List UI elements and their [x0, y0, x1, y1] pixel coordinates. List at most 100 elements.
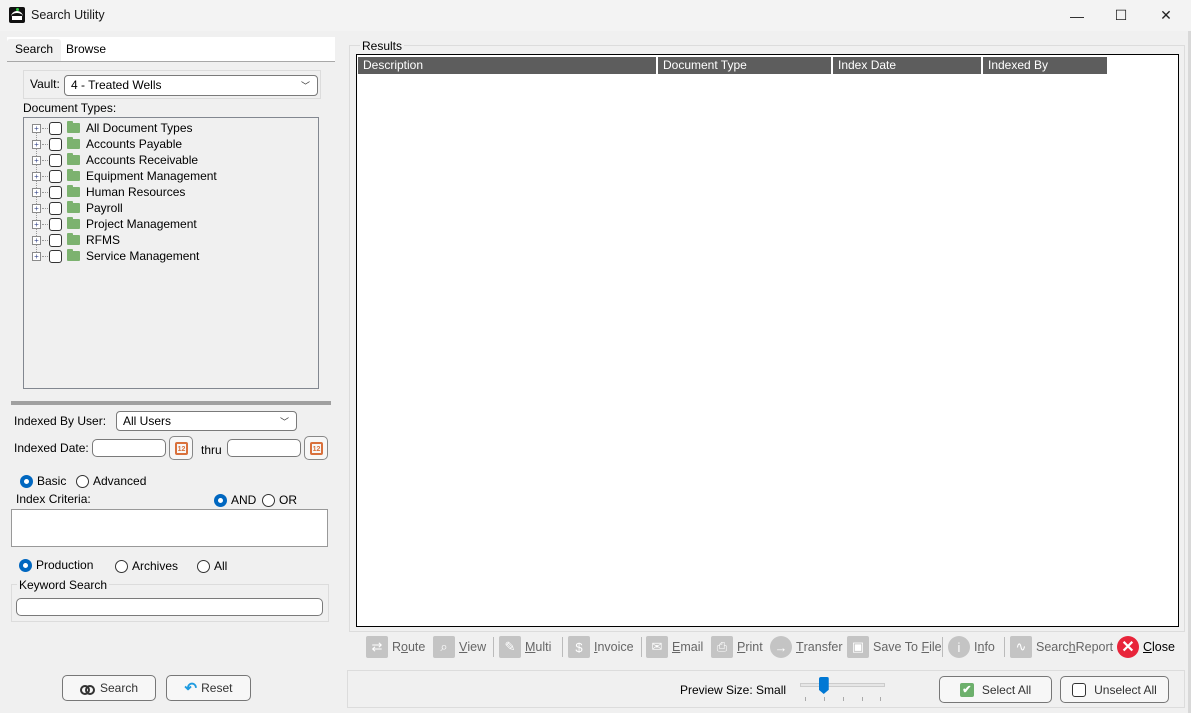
- tree-connector: [42, 191, 48, 193]
- tree-item-checkbox[interactable]: [49, 121, 62, 135]
- date-to-input[interactable]: [227, 439, 301, 457]
- column-header-description[interactable]: Description: [358, 57, 656, 74]
- tree-item[interactable]: + Service Management: [32, 248, 199, 264]
- transfer-button[interactable]: → Transfer: [770, 634, 843, 660]
- app-logo-icon: [9, 7, 25, 23]
- radio-and[interactable]: AND: [214, 493, 256, 507]
- results-list[interactable]: [356, 54, 1179, 627]
- tree-item-checkbox[interactable]: [49, 201, 62, 215]
- minimize-button[interactable]: —: [1054, 0, 1100, 31]
- reset-button[interactable]: ↶ Reset: [166, 675, 251, 701]
- email-button[interactable]: ✉ Email: [646, 634, 703, 660]
- column-header-index-date[interactable]: Index Date: [831, 57, 981, 74]
- unselect-all-button[interactable]: Unselect All: [1060, 676, 1169, 703]
- folder-icon: [67, 201, 80, 213]
- tree-item[interactable]: + Human Resources: [32, 184, 185, 200]
- multi-button[interactable]: ✎ Multi: [499, 634, 551, 660]
- date-to-calendar-button[interactable]: 12: [304, 436, 328, 460]
- expand-plus-icon[interactable]: +: [32, 139, 41, 149]
- route-label-key: o: [401, 640, 408, 654]
- tree-item[interactable]: + Accounts Payable: [32, 136, 182, 152]
- save-to-file-button[interactable]: ▣ Save To File: [847, 634, 942, 660]
- expand-plus-icon[interactable]: +: [32, 123, 41, 133]
- tree-item-checkbox[interactable]: [49, 233, 62, 247]
- expand-plus-icon[interactable]: +: [32, 235, 41, 245]
- maximize-button[interactable]: ☐: [1098, 0, 1144, 31]
- tree-item[interactable]: + Project Management: [32, 216, 197, 232]
- radio-and-label: AND: [231, 493, 257, 507]
- toolbar-separator: [641, 637, 642, 657]
- expand-plus-icon[interactable]: +: [32, 203, 41, 213]
- indexed-by-user-dropdown[interactable]: All Users ﹀: [116, 411, 297, 431]
- slider-tick: [862, 697, 863, 701]
- tree-item[interactable]: + Accounts Receivable: [32, 152, 198, 168]
- keyword-search-input[interactable]: [16, 598, 323, 616]
- toolbar-separator: [562, 637, 563, 657]
- tree-item-checkbox[interactable]: [49, 153, 62, 167]
- tab-strip: Search Browse: [7, 37, 335, 62]
- tree-item-checkbox[interactable]: [49, 137, 62, 151]
- column-header-document-type[interactable]: Document Type: [656, 57, 831, 74]
- tab-search[interactable]: Search: [7, 39, 62, 61]
- slider-tick: [843, 697, 844, 701]
- radio-selected-icon: [214, 493, 227, 507]
- radio-all[interactable]: All: [197, 559, 227, 573]
- preview-size-slider-track[interactable]: [800, 683, 885, 687]
- invoice-button[interactable]: $ Invoice: [568, 634, 634, 660]
- tree-item[interactable]: + Payroll: [32, 200, 123, 216]
- radio-archives[interactable]: Archives: [115, 559, 178, 573]
- binoculars-icon: [79, 684, 95, 695]
- radio-or[interactable]: OR: [262, 493, 297, 507]
- close-button[interactable]: ✕ Close: [1117, 634, 1175, 660]
- expand-plus-icon[interactable]: +: [32, 251, 41, 261]
- tree-item[interactable]: + Equipment Management: [32, 168, 217, 184]
- tree-item[interactable]: + All Document Types: [32, 120, 193, 136]
- vault-value: 4 - Treated Wells: [71, 78, 162, 92]
- radio-production[interactable]: Production: [19, 558, 93, 572]
- select-all-button[interactable]: ✔ Select All: [939, 676, 1052, 703]
- search-button[interactable]: Search: [62, 675, 156, 701]
- panel-splitter[interactable]: [11, 401, 331, 405]
- radio-advanced[interactable]: Advanced: [76, 474, 146, 488]
- view-button[interactable]: ⌕ View: [433, 634, 486, 660]
- tab-browse[interactable]: Browse: [58, 39, 114, 61]
- expand-plus-icon[interactable]: +: [32, 187, 41, 197]
- report-label-key: h: [1068, 640, 1076, 654]
- tree-item-checkbox[interactable]: [49, 217, 62, 231]
- date-from-calendar-button[interactable]: 12: [169, 436, 193, 460]
- window-title: Search Utility: [31, 8, 105, 22]
- tree-connector: [42, 127, 48, 129]
- info-button[interactable]: i In fo: [948, 634, 995, 660]
- column-header-indexed-by[interactable]: Indexed By: [981, 57, 1107, 74]
- expand-plus-icon[interactable]: +: [32, 155, 41, 165]
- results-header: Description Document Type Index Date Ind…: [358, 57, 1107, 74]
- toolbar-separator: [1004, 637, 1005, 657]
- radio-empty-icon: [197, 559, 210, 573]
- expand-plus-icon[interactable]: +: [32, 219, 41, 229]
- thru-label: thru: [201, 443, 222, 457]
- tree-item-checkbox[interactable]: [49, 249, 62, 263]
- radio-selected-icon: [19, 558, 32, 572]
- document-types-tree[interactable]: + All Document Types + Accounts Payable + Acc…: [23, 117, 319, 389]
- folder-icon: [67, 217, 80, 229]
- print-button[interactable]: ⎙ Print: [711, 634, 763, 660]
- tree-connector: [42, 255, 48, 257]
- index-criteria-input[interactable]: [11, 509, 328, 547]
- results-label: Results: [360, 39, 405, 53]
- slider-tick: [824, 697, 825, 701]
- tree-item-checkbox[interactable]: [49, 185, 62, 199]
- date-from-input[interactable]: [92, 439, 166, 457]
- expand-plus-icon[interactable]: +: [32, 171, 41, 181]
- tree-item-checkbox[interactable]: [49, 169, 62, 183]
- search-report-button[interactable]: ∿ Searc h Report: [1010, 634, 1113, 660]
- vault-dropdown[interactable]: 4 - Treated Wells ﹀: [64, 75, 318, 96]
- radio-basic[interactable]: Basic: [20, 474, 66, 488]
- tree-item[interactable]: + RFMS: [32, 232, 120, 248]
- indexed-by-user-label: Indexed By User:: [14, 414, 107, 428]
- select-all-label: Select All: [981, 682, 1032, 697]
- route-button[interactable]: ⇄ Ro ute: [366, 634, 425, 660]
- tree-item-label: Project Management: [86, 217, 197, 231]
- close-window-button[interactable]: ✕: [1143, 0, 1189, 31]
- multi-label-post: ulti: [535, 640, 552, 654]
- route-label-post: ute: [407, 640, 426, 654]
